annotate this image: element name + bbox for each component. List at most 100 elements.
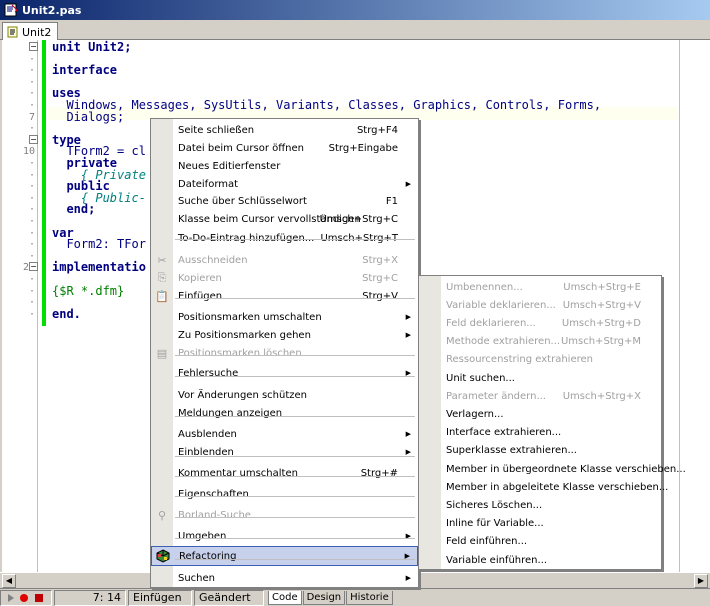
line-marker: ·	[28, 123, 35, 135]
right-margin-line	[679, 40, 680, 572]
menu-item-label: Ausschneiden	[178, 254, 248, 266]
submenu-arrow-icon: ▶	[405, 313, 411, 321]
refactoring-menu-item[interactable]: Parameter ändern... Umsch+Strg+X	[419, 387, 661, 405]
scroll-left-icon[interactable]: ◀	[2, 574, 16, 588]
context-menu-item[interactable]: Umgeben ▶	[151, 527, 418, 545]
menu-item-label: Zu Positionsmarken gehen	[178, 329, 311, 341]
menu-item-shortcut: Umsch+Strg+C	[319, 213, 398, 225]
line-number: 7	[28, 111, 35, 123]
menu-item-label: Variable einführen...	[446, 554, 548, 566]
refactoring-menu-item[interactable]: Variable einführen...	[419, 551, 661, 569]
refactoring-menu-item[interactable]: Interface extrahieren...	[419, 424, 661, 442]
tab-historie[interactable]: Historie	[346, 590, 393, 605]
menu-separator	[175, 538, 415, 539]
menu-separator	[175, 239, 415, 240]
fold-toggle-icon[interactable]: −	[29, 134, 38, 144]
code-line[interactable]: implementatio	[52, 261, 146, 274]
tab-unit2[interactable]: Unit2	[2, 22, 59, 41]
fold-toggle-icon[interactable]: −	[29, 42, 38, 51]
tab-code[interactable]: Code	[268, 590, 302, 605]
refactoring-menu-item[interactable]: Feld einführen...	[419, 533, 661, 551]
context-menu-item[interactable]: Vor Änderungen schützen	[151, 386, 418, 404]
refactoring-menu-item[interactable]: Verlagern...	[419, 405, 661, 423]
refactoring-menu-item[interactable]: Feld deklarieren... Umsch+Strg+D	[419, 314, 661, 332]
line-marker: ·	[28, 308, 35, 320]
line-marker: ·	[28, 65, 35, 77]
context-menu-item[interactable]: Klasse beim Cursor vervollständigen Umsch…	[151, 210, 418, 228]
refactoring-menu-item[interactable]: Member in übergeordnete Klasse verschieb…	[419, 460, 686, 478]
menu-item-label: Vor Änderungen schützen	[178, 389, 307, 401]
line-marker: ·	[28, 216, 35, 227]
refactoring-menu-item[interactable]: Methode extrahieren... Umsch+Strg+M	[419, 333, 661, 351]
fold-toggle-icon[interactable]: −	[29, 262, 38, 272]
line-marker: ·	[28, 239, 35, 251]
refactoring-menu-item[interactable]: Unit suchen...	[419, 369, 661, 387]
context-menu-item[interactable]: Meldungen anzeigen	[151, 404, 418, 422]
code-line[interactable]: Dialogs;	[52, 110, 124, 124]
menu-item-shortcut: Strg+X	[362, 254, 398, 266]
tab-design[interactable]: Design	[302, 590, 346, 605]
context-menu-item[interactable]: ⚲ Borland-Suche	[151, 506, 418, 524]
refactoring-menu-item[interactable]: Variable deklarieren... Umsch+Strg+V	[419, 296, 661, 314]
play-icon[interactable]	[7, 593, 14, 603]
record-icon[interactable]	[19, 593, 29, 603]
context-menu-item[interactable]: Seite schließen Strg+F4	[151, 121, 418, 139]
menu-item-shortcut: Umsch+Strg+X	[562, 390, 641, 402]
line-marker: ·	[28, 88, 35, 100]
stop-icon[interactable]	[34, 593, 44, 603]
code-line[interactable]: {$R *.dfm}	[52, 284, 124, 298]
refactoring-submenu: Umbenennen... Umsch+Strg+E Variable deklar…	[418, 275, 686, 570]
scroll-right-icon[interactable]: ▶	[694, 574, 708, 588]
refactoring-menu-item[interactable]: Superklasse extrahieren...	[419, 442, 661, 460]
context-menu-item[interactable]: To-Do-Eintrag hinzufügen... Umsch+Strg+T	[151, 229, 418, 247]
menu-item-label: To-Do-Eintrag hinzufügen...	[178, 232, 315, 244]
context-menu-item[interactable]: Einblenden ▶	[151, 443, 418, 461]
refactoring-menu-item[interactable]: Umbenennen... Umsch+Strg+E	[419, 278, 661, 296]
menu-item-label: Suchen	[178, 572, 216, 584]
menu-item-shortcut: Umsch+Strg+V	[562, 299, 641, 311]
menu-item-shortcut: Strg+Eingabe	[328, 142, 398, 154]
context-menu-item[interactable]: Positionsmarken umschalten ▶	[151, 308, 418, 326]
menu-item-label: Umbenennen...	[446, 281, 523, 293]
pas-file-icon	[4, 3, 18, 17]
menu-separator	[175, 456, 415, 457]
binoculars-icon: ⚲	[157, 508, 167, 522]
line-marker: ·	[28, 285, 35, 297]
menu-item-label: Umgeben	[178, 530, 227, 542]
submenu-arrow-icon: ▶	[405, 448, 411, 456]
refactoring-menu-item[interactable]: Member in abgeleitete Klasse verschieben…	[419, 478, 668, 496]
copy-icon: ⎘	[157, 271, 167, 284]
code-line[interactable]: Windows, Messages, SysUtils, Variants, C…	[52, 99, 601, 112]
context-menu-item[interactable]: Eigenschaften	[151, 485, 418, 503]
code-line[interactable]: unit Unit2;	[52, 41, 131, 54]
refactoring-menu-item[interactable]: Ressourcenstring extrahieren	[419, 351, 661, 369]
context-menu-item[interactable]: Suchen ▶	[151, 569, 418, 587]
context-menu-item[interactable]: 📋 Einfügen Strg+V	[151, 287, 418, 305]
context-menu-item[interactable]: Ausblenden ▶	[151, 425, 418, 443]
context-menu-item[interactable]: Zu Positionsmarken gehen ▶	[151, 326, 418, 344]
code-line[interactable]: end.	[52, 307, 81, 321]
context-menu-item[interactable]: Refactoring ▶	[151, 546, 418, 566]
status-bar: 7: 14 Einfügen Geändert Code Design Hist…	[0, 588, 710, 606]
context-menu-item[interactable]: ⎘ Kopieren Strg+C	[151, 269, 418, 287]
context-menu-item[interactable]: ✂ Ausschneiden Strg+X	[151, 251, 418, 269]
line-marker: ·	[28, 158, 35, 169]
code-line[interactable]: end;	[52, 203, 95, 216]
context-menu-item[interactable]: Dateiformat ▶	[151, 175, 418, 193]
refactoring-menu-item[interactable]: Sicheres Löschen...	[419, 496, 661, 514]
refactoring-menu-item[interactable]: Inline für Variable...	[419, 515, 661, 533]
line-number: 10	[22, 146, 35, 158]
context-menu-item[interactable]: Datei beim Cursor öffnen Strg+Eingabe	[151, 139, 418, 157]
line-marker: ·	[28, 169, 35, 181]
context-menu-item[interactable]: Neues Editierfenster	[151, 157, 418, 175]
code-line[interactable]: Form2: TFor	[52, 238, 145, 251]
editor-tab-strip: Unit2	[0, 20, 710, 41]
line-marker: ·	[28, 76, 35, 88]
context-menu-item[interactable]: Kommentar umschalten Strg+#	[151, 464, 418, 482]
code-line[interactable]: interface	[52, 64, 117, 77]
context-menu-item[interactable]: Suche über Schlüsselwort F1	[151, 192, 418, 210]
line-marker: ·	[28, 227, 35, 239]
context-menu-item[interactable]: ▤ Positionsmarken löschen	[151, 344, 418, 362]
submenu-arrow-icon: ▶	[405, 331, 411, 339]
context-menu-item[interactable]: Fehlersuche ▶	[151, 364, 418, 382]
